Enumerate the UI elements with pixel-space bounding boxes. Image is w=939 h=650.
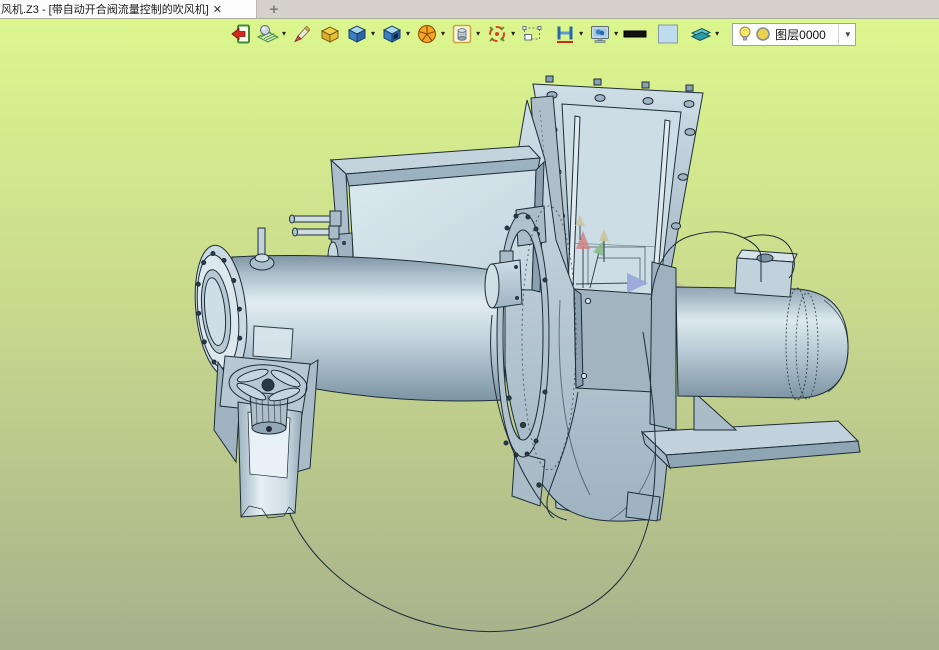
sketch-pen-icon[interactable]: [291, 22, 315, 46]
line-width-swatch[interactable]: [623, 22, 647, 46]
extrude-block-icon[interactable]: [318, 22, 342, 46]
display-mode-icon[interactable]: [588, 22, 612, 46]
dropdown-arrow-icon[interactable]: ▾: [511, 22, 515, 46]
selection-box-icon[interactable]: [520, 22, 544, 46]
dropdown-arrow-icon[interactable]: ▾: [715, 22, 719, 46]
toolbar: ▾ ▾ ▾ ▾ ▾ ▾ ▾ ▾ ▾ 图层0000 ▼: [229, 21, 856, 47]
dropdown-arrow-icon[interactable]: ▾: [282, 22, 286, 46]
layers-icon[interactable]: [689, 22, 713, 46]
dropdown-arrow-icon[interactable]: ▾: [441, 22, 445, 46]
solid-box-icon[interactable]: [345, 22, 369, 46]
tab-close-icon[interactable]: ✕: [213, 3, 222, 16]
layer-combo-value: 图层0000: [775, 27, 826, 42]
point-target-icon[interactable]: [485, 22, 509, 46]
layer-combo[interactable]: 图层0000 ▼: [732, 22, 856, 46]
layer-color-circle-icon: [756, 27, 770, 41]
dropdown-arrow-icon[interactable]: ▾: [406, 22, 410, 46]
viewport-3d-model[interactable]: [0, 0, 939, 650]
cylinder-frame-icon[interactable]: [450, 22, 474, 46]
color-swatch[interactable]: [656, 22, 680, 46]
document-tab[interactable]: 风机.Z3 - [带自动开合阀流量控制的吹风机] ✕: [0, 0, 257, 18]
dimension-icon[interactable]: [553, 22, 577, 46]
tab-bar: 风机.Z3 - [带自动开合阀流量控制的吹风机] ✕ +: [0, 0, 939, 19]
layer-visibility-bulb-icon: [739, 26, 751, 41]
exit-icon[interactable]: [229, 22, 253, 46]
combo-dropdown-arrow-icon[interactable]: ▼: [837, 23, 852, 45]
tab-title: 风机.Z3 - [带自动开合阀流量控制的吹风机]: [1, 4, 209, 16]
datum-plane-icon[interactable]: [256, 22, 280, 46]
revolve-sphere-icon[interactable]: [415, 22, 439, 46]
dropdown-arrow-icon[interactable]: ▾: [371, 22, 375, 46]
box-hole-icon[interactable]: [380, 22, 404, 46]
new-tab-button[interactable]: +: [257, 0, 291, 18]
dropdown-arrow-icon[interactable]: ▾: [579, 22, 583, 46]
dropdown-arrow-icon[interactable]: ▾: [614, 22, 618, 46]
dropdown-arrow-icon[interactable]: ▾: [476, 22, 480, 46]
